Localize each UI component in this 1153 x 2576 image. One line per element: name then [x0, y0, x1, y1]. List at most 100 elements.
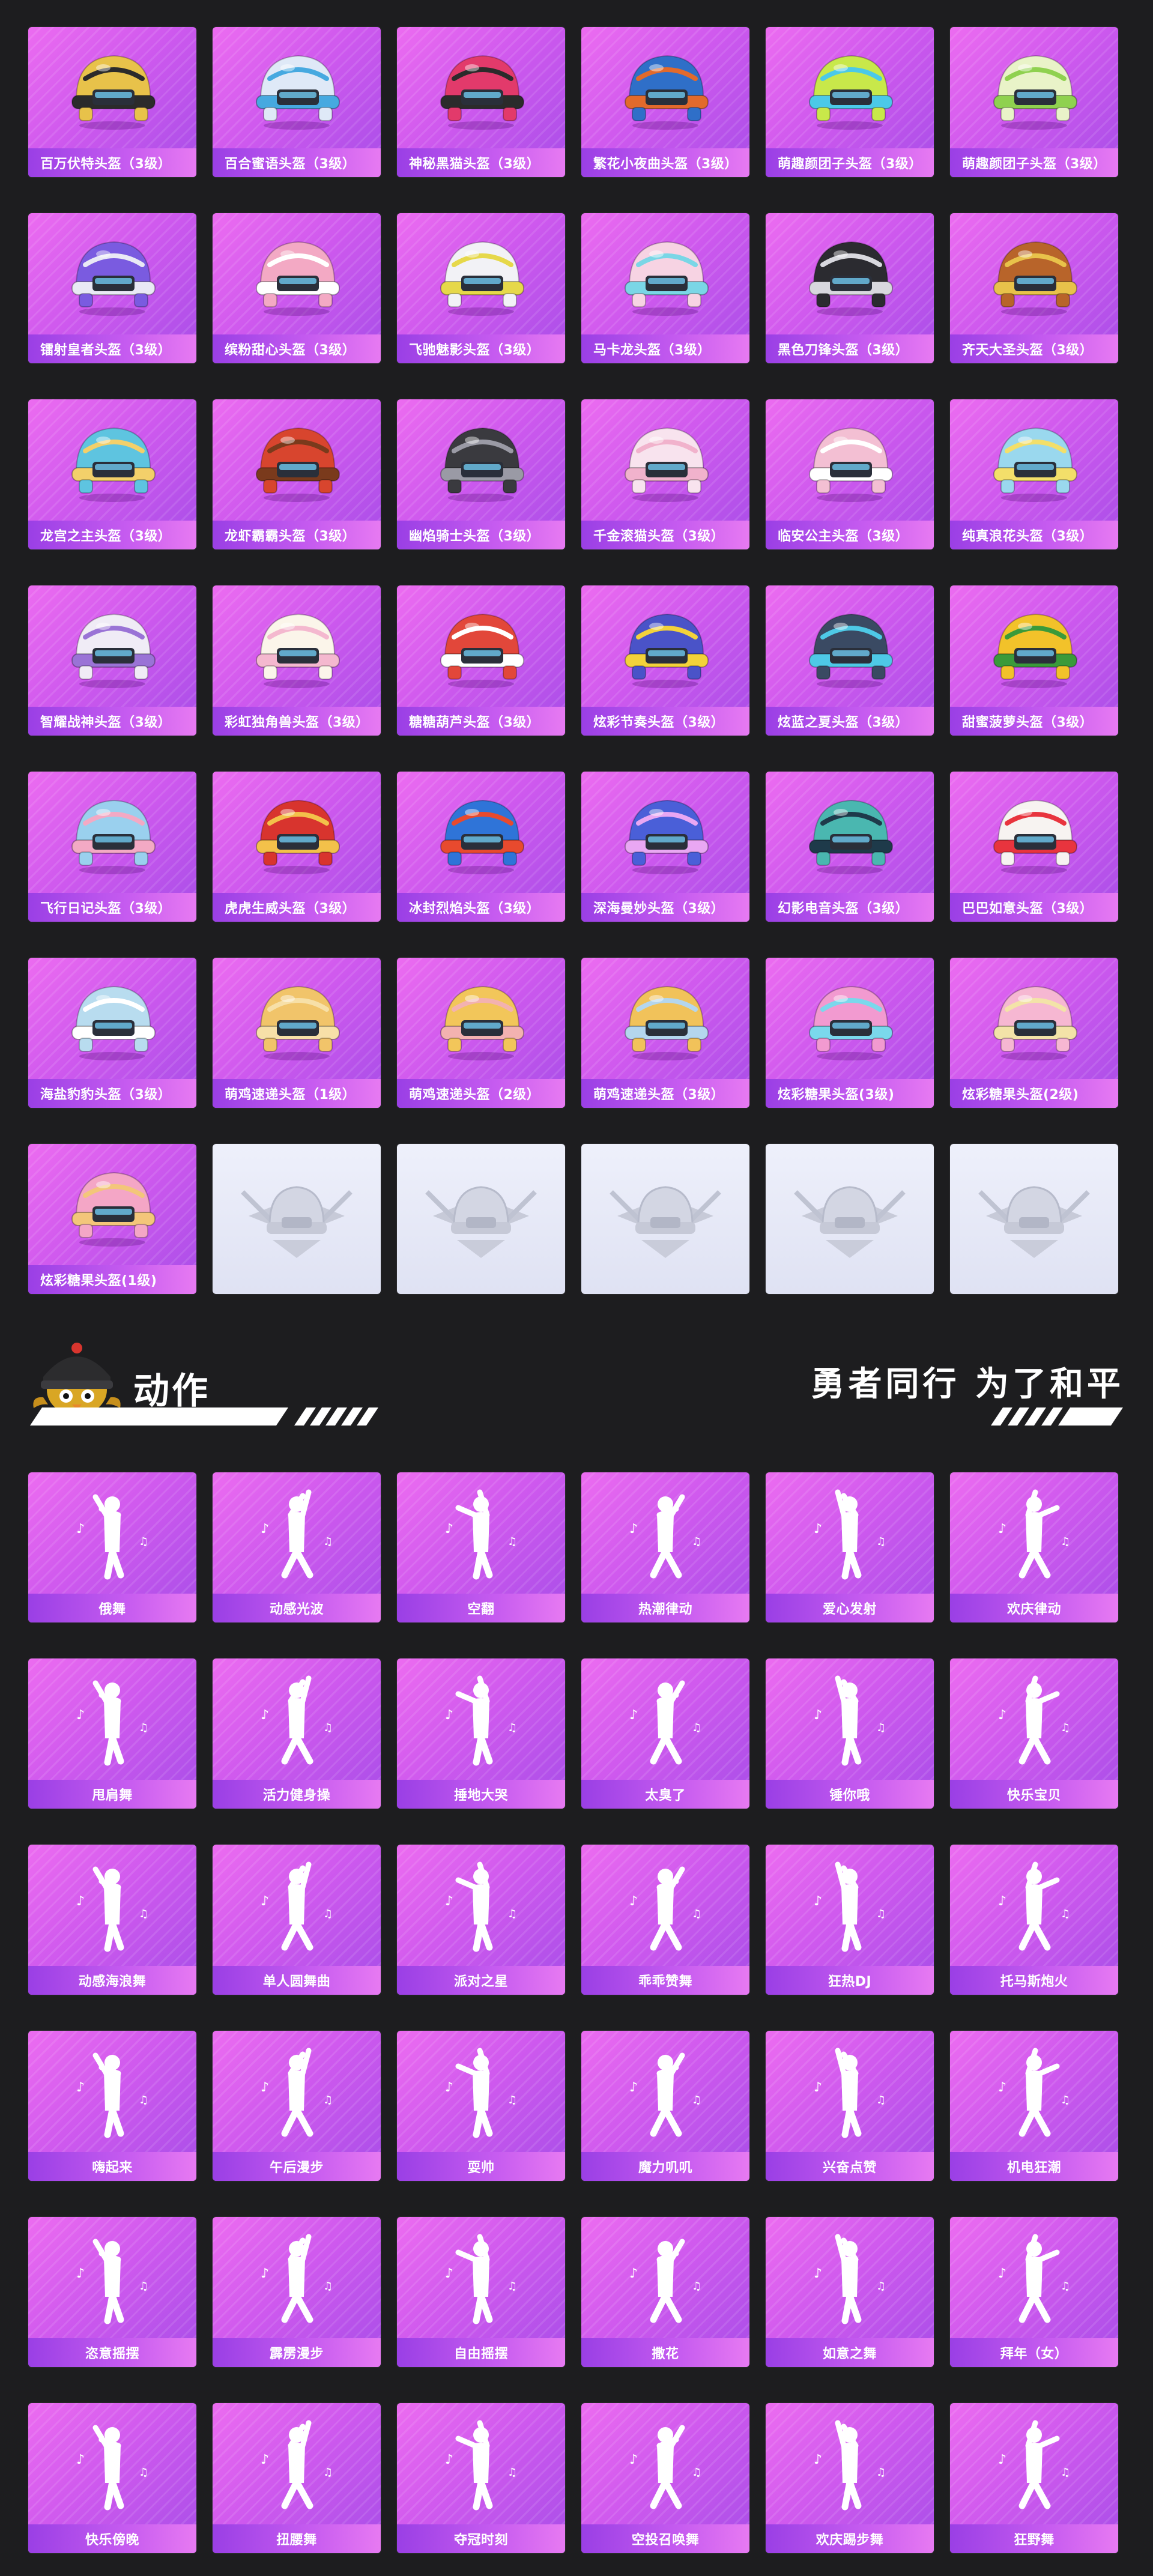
emote-card[interactable]: ♪ ♫ 空投召唤舞 [581, 2403, 749, 2553]
helmet-card[interactable]: 甜蜜菠萝头盔（3级） [950, 585, 1118, 736]
emote-label: 狂野舞 [950, 2524, 1118, 2553]
emote-card[interactable]: ♪ ♫ 空翻 [397, 1472, 565, 1622]
helmet-icon [28, 958, 196, 1079]
dancer-silhouette-icon: ♪ ♫ [950, 2217, 1118, 2338]
dancer-silhouette-icon: ♪ ♫ [581, 1658, 749, 1780]
emote-card[interactable]: ♪ ♫ 扭腰舞 [213, 2403, 381, 2553]
dancer-silhouette-icon: ♪ ♫ [397, 2403, 565, 2524]
helmet-card[interactable]: 镭射皇者头盔（3级） [28, 213, 196, 363]
emote-card[interactable]: ♪ ♫ 俄舞 [28, 1472, 196, 1622]
emote-card[interactable]: ♪ ♫ 夺冠时刻 [397, 2403, 565, 2553]
helmet-card[interactable]: 纯真浪花头盔（3级） [950, 399, 1118, 549]
helmet-card[interactable]: 齐天大圣头盔（3级） [950, 213, 1118, 363]
helmet-card[interactable]: 神秘黑猫头盔（3级） [397, 27, 565, 177]
helmet-icon [766, 585, 934, 707]
emote-card[interactable]: ♪ ♫ 恣意摇摆 [28, 2217, 196, 2367]
dancer-silhouette-icon: ♪ ♫ [28, 1845, 196, 1966]
helmet-card[interactable]: 炫彩糖果头盔(1级) [28, 1144, 196, 1294]
helmet-card[interactable]: 飞行日记头盔（3级） [28, 772, 196, 922]
emote-card[interactable]: ♪ ♫ 甩肩舞 [28, 1658, 196, 1809]
svg-text:♫: ♫ [1061, 1535, 1070, 1548]
helmet-card[interactable]: 黑色刀锋头盔（3级） [766, 213, 934, 363]
helmet-card[interactable]: 百合蜜语头盔（3级） [213, 27, 381, 177]
emote-card[interactable]: ♪ ♫ 狂野舞 [950, 2403, 1118, 2553]
svg-text:♫: ♫ [876, 2280, 886, 2293]
dancer-silhouette-icon: ♪ ♫ [766, 1472, 934, 1594]
helmet-card[interactable]: 虎虎生威头盔（3级） [213, 772, 381, 922]
helmet-label: 飞行日记头盔（3级） [28, 893, 196, 922]
helmet-card[interactable]: 飞驰魅影头盔（3级） [397, 213, 565, 363]
helmet-card[interactable]: 龙虾霸霸头盔（3级） [213, 399, 381, 549]
helmet-card[interactable]: 彩虹独角兽头盔（3级） [213, 585, 381, 736]
emote-card[interactable]: ♪ ♫ 单人圆舞曲 [213, 1845, 381, 1995]
svg-text:♫: ♫ [507, 2466, 517, 2479]
helmet-card[interactable]: 龙宫之主头盔（3级） [28, 399, 196, 549]
helmet-card[interactable]: 百万伏特头盔（3级） [28, 27, 196, 177]
helmet-card[interactable]: 繁花小夜曲头盔（3级） [581, 27, 749, 177]
emote-card[interactable]: ♪ ♫ 狂热DJ [766, 1845, 934, 1995]
emote-card[interactable]: ♪ ♫ 快乐宝贝 [950, 1658, 1118, 1809]
helmet-card[interactable]: 幽焰骑士头盔（3级） [397, 399, 565, 549]
emote-card[interactable]: ♪ ♫ 兴奋点赞 [766, 2031, 934, 2181]
emote-card[interactable]: ♪ ♫ 动感海浪舞 [28, 1845, 196, 1995]
emote-card[interactable]: ♪ ♫ 快乐傍晚 [28, 2403, 196, 2553]
helmet-card[interactable]: 千金滚猫头盔（3级） [581, 399, 749, 549]
helmet-card[interactable]: 萌鸡速递头盔（1级） [213, 958, 381, 1108]
helmet-card[interactable]: 糖糖葫芦头盔（3级） [397, 585, 565, 736]
emote-card[interactable]: ♪ ♫ 机电狂潮 [950, 2031, 1118, 2181]
emote-card[interactable]: ♪ ♫ 太臭了 [581, 1658, 749, 1809]
emote-card[interactable]: ♪ ♫ 嗨起来 [28, 2031, 196, 2181]
emote-card[interactable]: ♪ ♫ 自由摇摆 [397, 2217, 565, 2367]
helmet-card[interactable]: 深海曼妙头盔（3级） [581, 772, 749, 922]
emote-label: 撒花 [581, 2338, 749, 2367]
helmet-card[interactable]: 幻影电音头盔（3级） [766, 772, 934, 922]
helmet-card[interactable]: 炫彩节奏头盔（3级） [581, 585, 749, 736]
helmet-card[interactable]: 炫蓝之夏头盔（3级） [766, 585, 934, 736]
section-divider-left [30, 1407, 378, 1426]
emote-label: 动感光波 [213, 1594, 381, 1622]
emote-card[interactable]: ♪ ♫ 耍帅 [397, 2031, 565, 2181]
helmet-card[interactable]: 萌趣颜团子头盔（3级） [766, 27, 934, 177]
emote-card[interactable]: ♪ ♫ 拜年（女） [950, 2217, 1118, 2367]
helmet-card[interactable]: 缤粉甜心头盔（3级） [213, 213, 381, 363]
emote-card[interactable]: ♪ ♫ 活力健身操 [213, 1658, 381, 1809]
helmet-card[interactable]: 马卡龙头盔（3级） [581, 213, 749, 363]
helmet-card[interactable]: 萌趣颜团子头盔（3级） [950, 27, 1118, 177]
helmet-card[interactable]: 炫彩糖果头盔(3级) [766, 958, 934, 1108]
slogan-text: 勇者同行 为了和平 [811, 1365, 1124, 1404]
emote-card[interactable]: ♪ ♫ 如意之舞 [766, 2217, 934, 2367]
svg-text:♪: ♪ [998, 1708, 1006, 1723]
emote-card[interactable]: ♪ ♫ 托马斯炮火 [950, 1845, 1118, 1995]
emote-card[interactable]: ♪ ♫ 爱心发射 [766, 1472, 934, 1622]
helmet-label: 萌趣颜团子头盔（3级） [950, 148, 1118, 177]
emote-card[interactable]: ♪ ♫ 派对之星 [397, 1845, 565, 1995]
emote-label: 狂热DJ [766, 1966, 934, 1995]
emote-card[interactable]: ♪ ♫ 动感光波 [213, 1472, 381, 1622]
emote-card[interactable]: ♪ ♫ 霹雳漫步 [213, 2217, 381, 2367]
emote-card[interactable]: ♪ ♫ 锤你哦 [766, 1658, 934, 1809]
helmet-card[interactable]: 萌鸡速递头盔（3级） [581, 958, 749, 1108]
emote-card[interactable]: ♪ ♫ 欢庆律动 [950, 1472, 1118, 1622]
emote-card[interactable]: ♪ ♫ 热潮律动 [581, 1472, 749, 1622]
emote-card[interactable]: ♪ ♫ 捶地大哭 [397, 1658, 565, 1809]
emote-card[interactable]: ♪ ♫ 撒花 [581, 2217, 749, 2367]
svg-text:♪: ♪ [261, 1708, 269, 1723]
helmet-card[interactable]: 炫彩糖果头盔(2级) [950, 958, 1118, 1108]
emote-card[interactable]: ♪ ♫ 午后漫步 [213, 2031, 381, 2181]
svg-text:♪: ♪ [814, 1708, 822, 1723]
svg-text:♫: ♫ [876, 2466, 886, 2479]
helmet-card[interactable]: 冰封烈焰头盔（3级） [397, 772, 565, 922]
helmet-card[interactable]: 临安公主头盔（3级） [766, 399, 934, 549]
svg-text:♫: ♫ [139, 2094, 148, 2106]
emote-label: 夺冠时刻 [397, 2524, 565, 2553]
helmet-card[interactable]: 萌鸡速递头盔（2级） [397, 958, 565, 1108]
helmet-label: 炫彩糖果头盔(1级) [28, 1265, 196, 1294]
emote-card[interactable]: ♪ ♫ 乖乖赞舞 [581, 1845, 749, 1995]
helmet-card[interactable]: 海盐豹豹头盔（3级） [28, 958, 196, 1108]
emote-card[interactable]: ♪ ♫ 欢庆踢步舞 [766, 2403, 934, 2553]
emote-card[interactable]: ♪ ♫ 魔力叽叽 [581, 2031, 749, 2181]
dancer-silhouette-icon: ♪ ♫ [950, 2031, 1118, 2152]
dancer-silhouette-icon: ♪ ♫ [28, 2217, 196, 2338]
helmet-card[interactable]: 巴巴如意头盔（3级） [950, 772, 1118, 922]
helmet-card[interactable]: 智耀战神头盔（3级） [28, 585, 196, 736]
